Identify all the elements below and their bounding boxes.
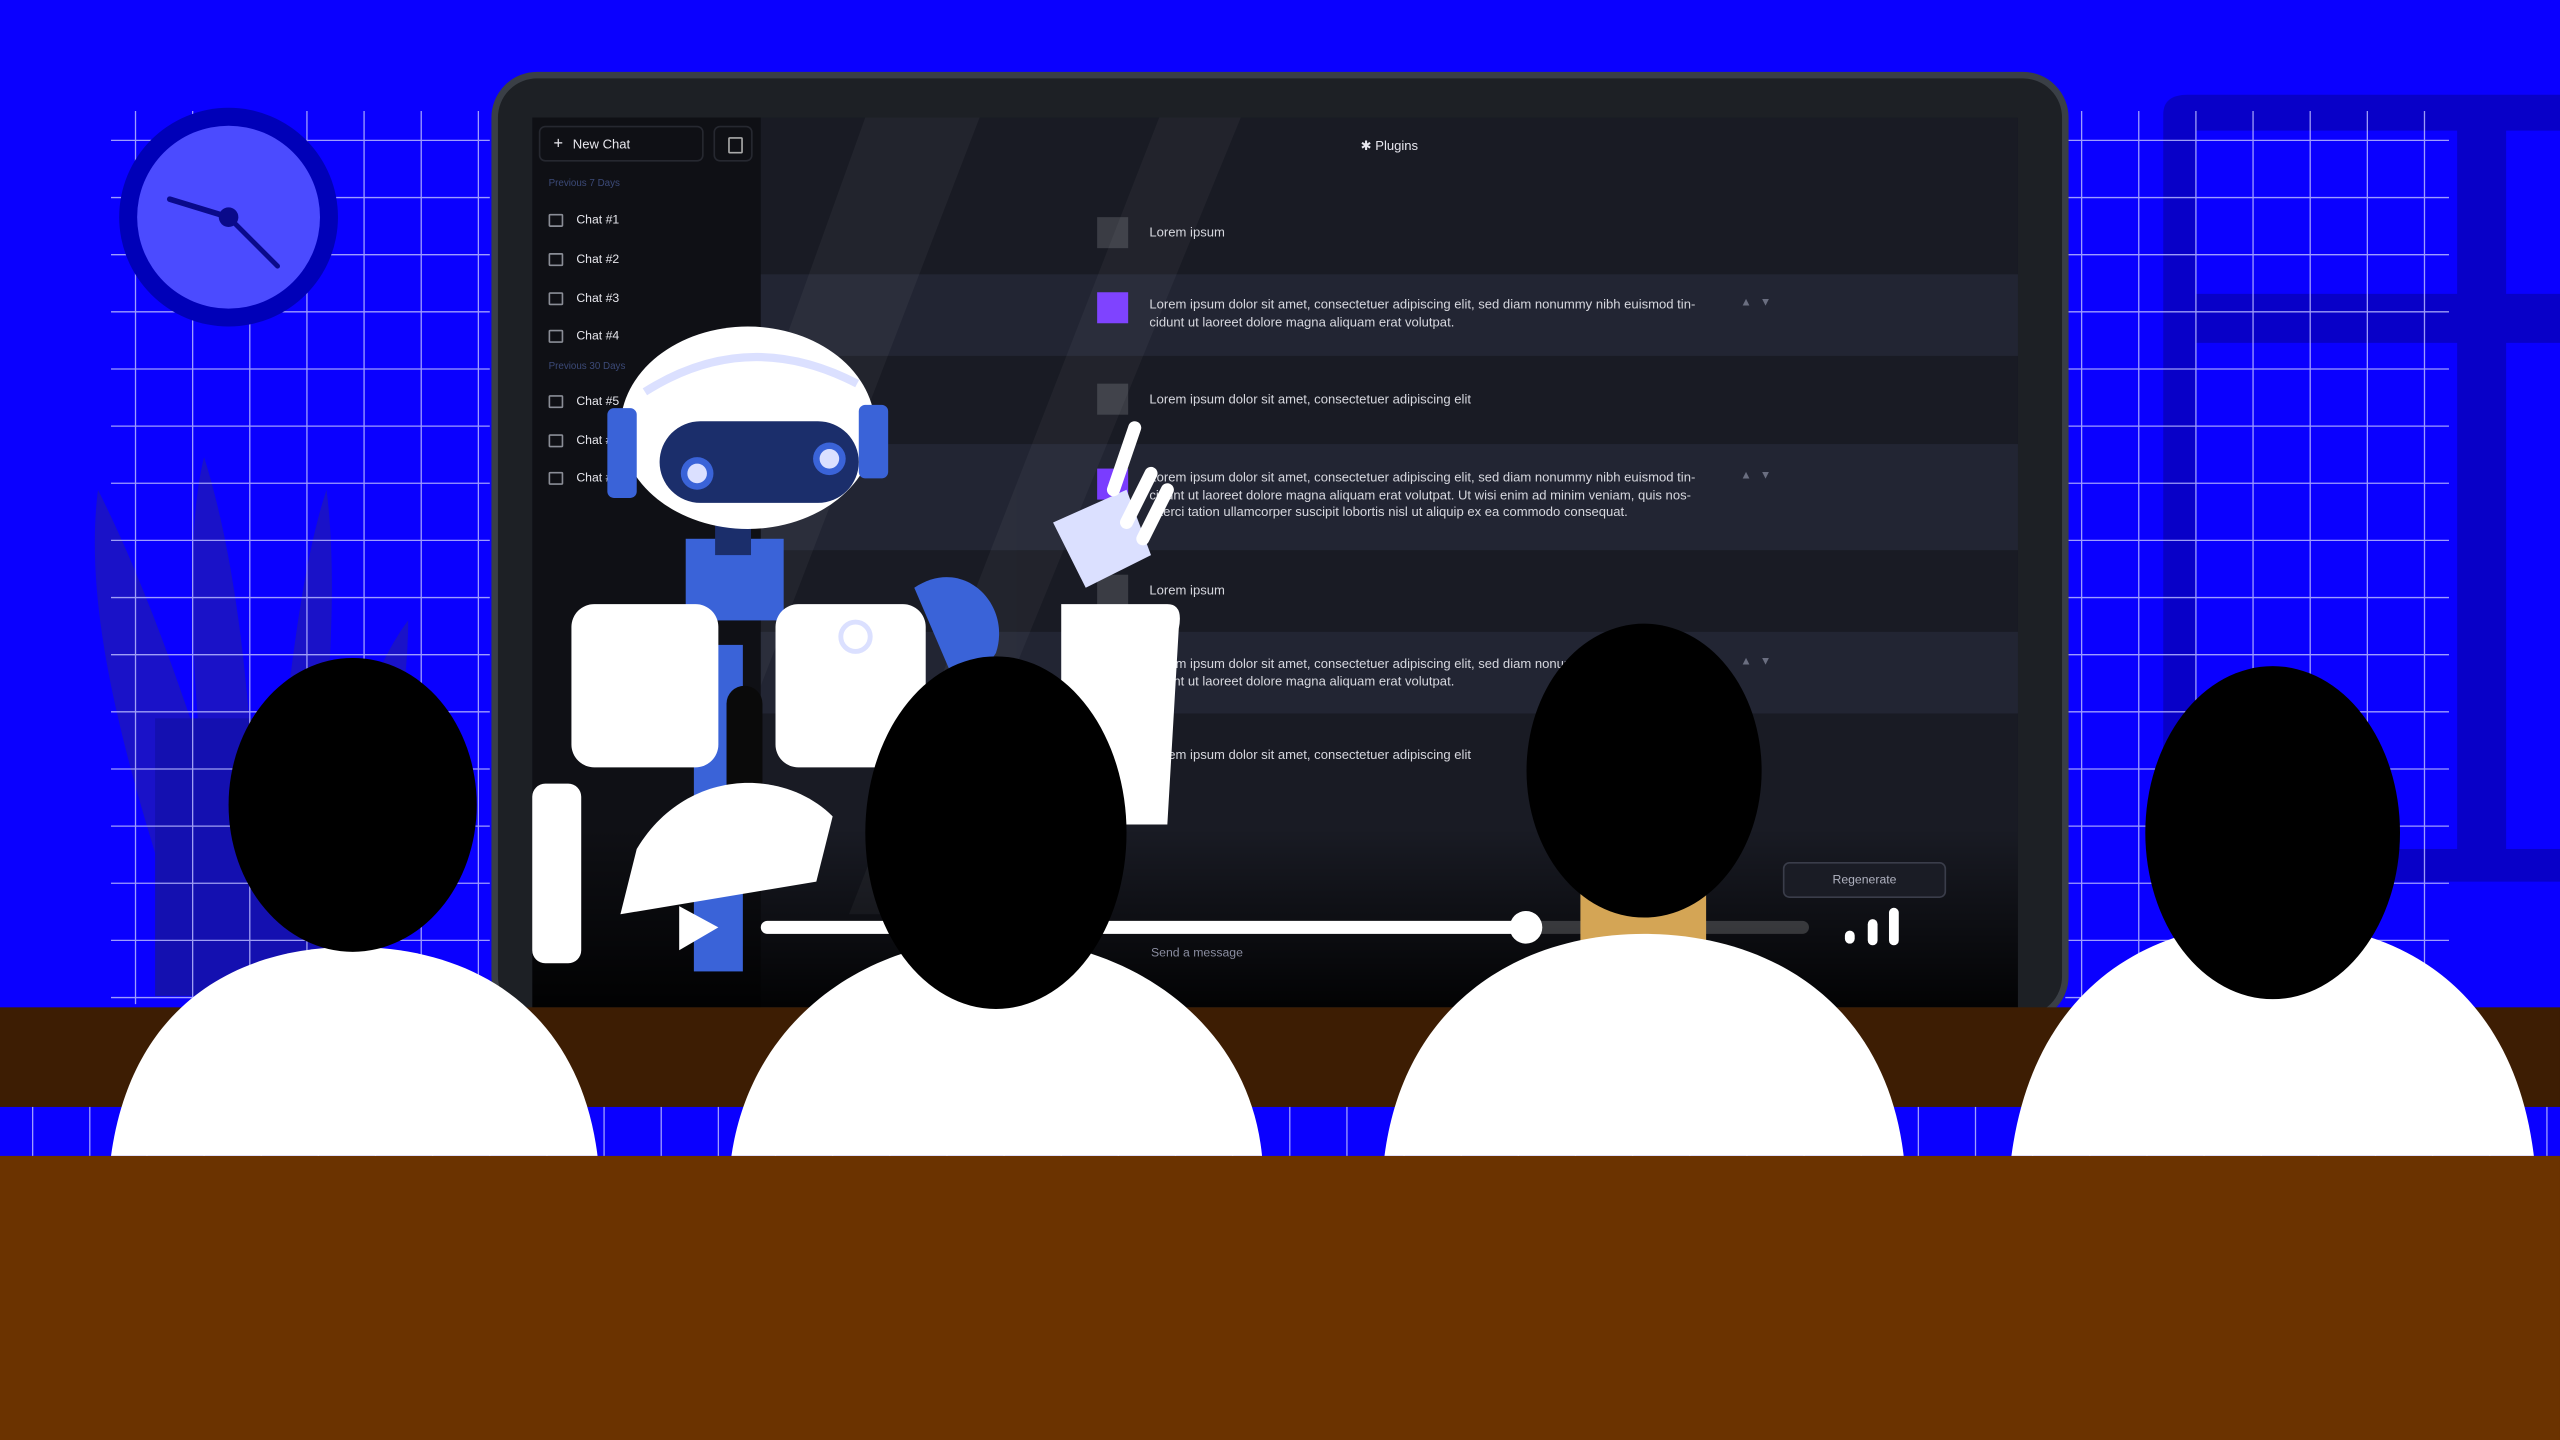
person-head xyxy=(228,657,477,952)
progress-fill xyxy=(760,920,1526,934)
person-head xyxy=(865,656,1127,1009)
progress-knob[interactable] xyxy=(1509,911,1543,944)
illustration: + New Chat Previous 7 Days Chat #1 Chat #… xyxy=(0,0,2560,1440)
volume-bars-icon[interactable] xyxy=(1844,907,1899,946)
person-head xyxy=(2145,666,2400,1000)
person-head xyxy=(1526,623,1762,918)
foreground-scene xyxy=(0,117,2560,1440)
person-body xyxy=(1384,933,1904,1156)
person-body xyxy=(111,946,598,1156)
